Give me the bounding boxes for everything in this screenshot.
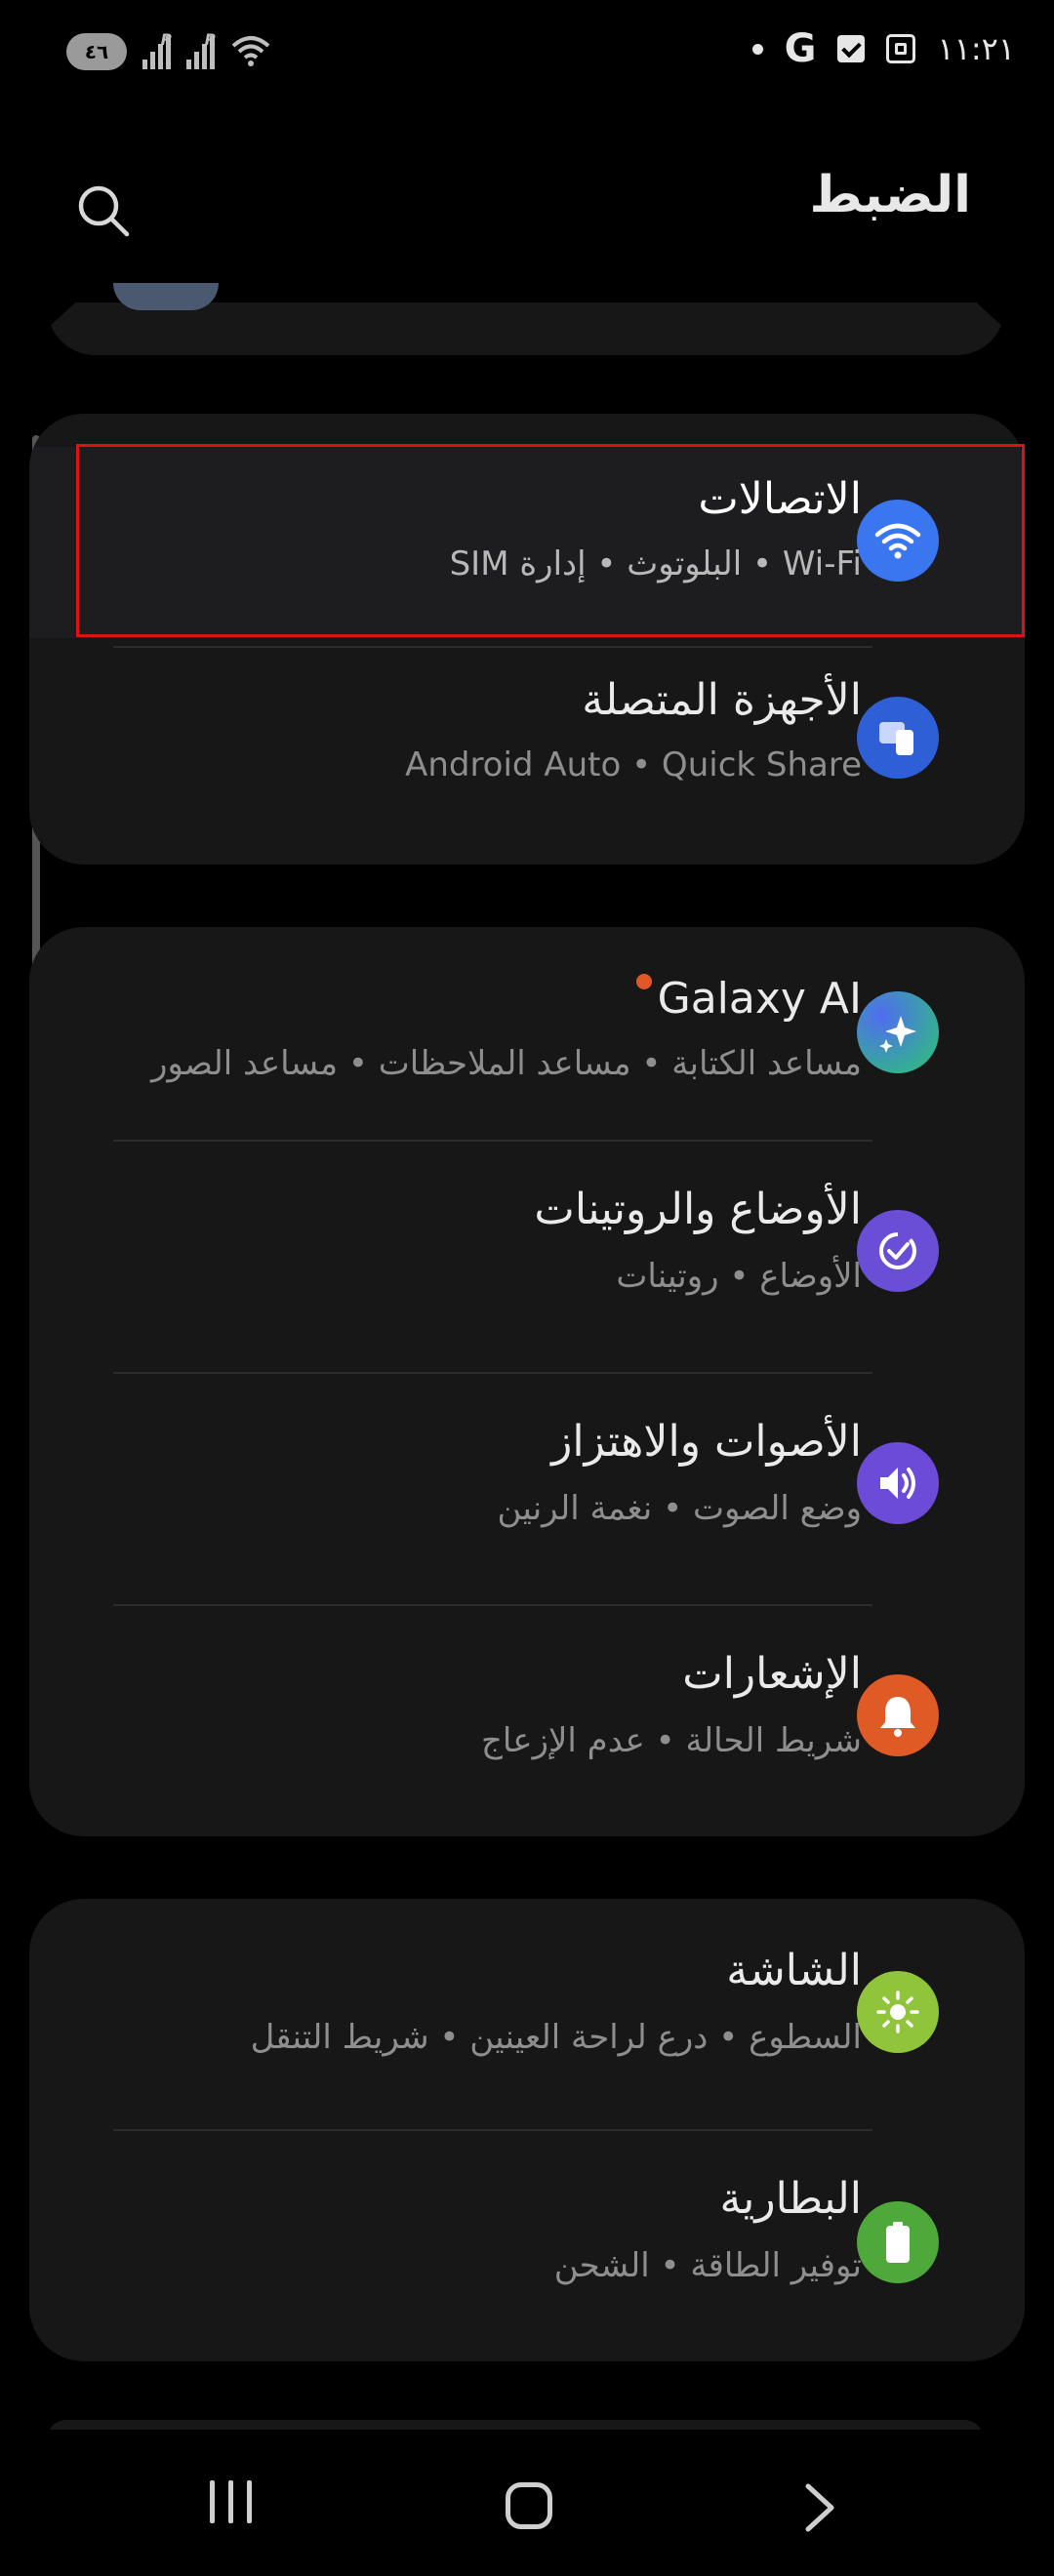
- settings-group-features: Galaxy AI مساعد الكتابة • مساعد الملاحظا…: [29, 927, 1025, 1836]
- signal-icon-2: R: [186, 30, 217, 69]
- notification-dot-icon: [751, 43, 763, 55]
- google-icon: G: [784, 26, 817, 71]
- item-subtitle: مساعد الكتابة • مساعد الملاحظات • مساعد …: [150, 1044, 862, 1083]
- back-button[interactable]: [802, 2482, 837, 2533]
- item-title: الشاشة: [726, 1946, 862, 1995]
- search-icon[interactable]: [74, 181, 133, 240]
- item-subtitle: وضع الصوت • نغمة الرنين: [497, 1489, 862, 1528]
- settings-item-sounds-vibration[interactable]: الأصوات والاهتزاز وضع الصوت • نغمة الرني…: [29, 1374, 1025, 1606]
- status-right: G ١١:٢١: [751, 26, 1015, 71]
- status-bar: ٤٦ R R G ١١:٢١: [0, 0, 1054, 107]
- sparkle-icon: [857, 991, 939, 1073]
- item-title: الاتصالات: [698, 474, 862, 524]
- page-title: الضبط: [809, 166, 972, 224]
- battery-indicator: ٤٦: [66, 33, 127, 70]
- settings-item-battery[interactable]: البطارية توفير الطاقة • الشحن: [29, 2131, 1025, 2361]
- connected-devices-icon: [857, 697, 939, 779]
- item-subtitle: Android Auto • Quick Share: [405, 745, 862, 785]
- avatar: [113, 283, 219, 310]
- clock: ١١:٢١: [937, 30, 1015, 67]
- new-badge: [635, 974, 652, 989]
- checkbox-icon: [837, 35, 866, 62]
- brightness-icon: [857, 1971, 939, 2053]
- settings-item-connected-devices[interactable]: الأجهزة المتصلة Android Auto • Quick Sha…: [29, 648, 1025, 843]
- settings-group-device: الشاشة السطوع • درع لراحة العينين • شريط…: [29, 1899, 1025, 2361]
- item-title: البطارية: [719, 2174, 863, 2224]
- item-title: Galaxy AI: [635, 974, 862, 1024]
- item-subtitle: الأوضاع • روتينات: [616, 1257, 862, 1296]
- settings-group-connectivity: الاتصالات Wi-Fi • البلوتوث • إدارة SIM ا…: [29, 414, 1025, 865]
- wifi-status-icon: [231, 36, 270, 66]
- home-button[interactable]: [506, 2482, 552, 2529]
- settings-item-display[interactable]: الشاشة السطوع • درع لراحة العينين • شريط…: [29, 1899, 1025, 2129]
- settings-item-notifications[interactable]: الإشعارات شريط الحالة • عدم الإزعاج: [29, 1606, 1025, 1836]
- settings-item-connections[interactable]: الاتصالات Wi-Fi • البلوتوث • إدارة SIM: [29, 447, 1025, 638]
- item-subtitle: Wi-Fi • البلوتوث • إدارة SIM: [449, 544, 862, 584]
- recent-apps-button[interactable]: [210, 2480, 252, 2523]
- item-title: الإشعارات: [682, 1649, 862, 1699]
- item-subtitle: توفير الطاقة • الشحن: [553, 2246, 862, 2285]
- modes-routines-icon: [857, 1210, 939, 1292]
- item-title-text: Galaxy AI: [657, 974, 862, 1024]
- roaming-label-2: R: [204, 30, 217, 49]
- item-title: الأجهزة المتصلة: [582, 675, 862, 725]
- item-subtitle: السطوع • درع لراحة العينين • شريط التنقل: [250, 2018, 862, 2057]
- volume-icon: [857, 1442, 939, 1524]
- signal-icon: R: [142, 30, 173, 69]
- item-subtitle: شريط الحالة • عدم الإزعاج: [480, 1721, 862, 1760]
- roaming-label: R: [160, 30, 173, 49]
- status-left: ٤٦ R R: [66, 30, 271, 70]
- account-card-partial[interactable]: [47, 302, 1005, 355]
- wifi-icon: [857, 500, 939, 582]
- item-title: الأوضاع والروتينات: [534, 1185, 862, 1234]
- settings-item-galaxy-ai[interactable]: Galaxy AI مساعد الكتابة • مساعد الملاحظا…: [29, 927, 1025, 1142]
- screenshot-icon: [886, 34, 916, 63]
- settings-item-modes-routines[interactable]: الأوضاع والروتينات الأوضاع • روتينات: [29, 1142, 1025, 1374]
- battery-icon: [857, 2201, 939, 2283]
- bell-icon: [857, 1674, 939, 1756]
- item-title: الأصوات والاهتزاز: [551, 1417, 862, 1467]
